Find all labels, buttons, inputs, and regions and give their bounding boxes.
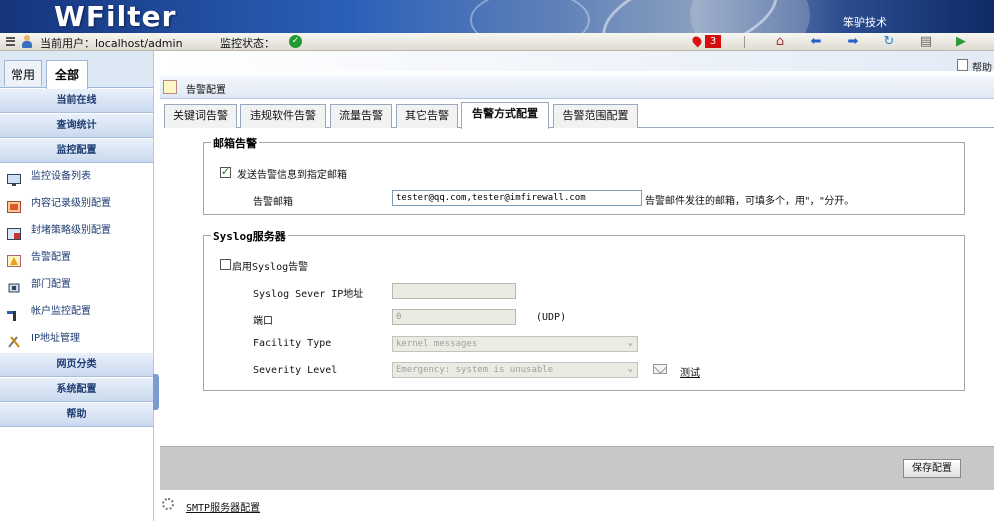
main-panel: 帮助 告警配置 关键词告警 违规软件告警 流量告警 其它告警 告警方式配置 告警…	[160, 51, 994, 521]
alert-email-hint: 告警邮件发往的邮箱，可填多个，用"，"分开。	[645, 196, 855, 207]
status-bar: 当前用户：localhost/admin 监控状态： ✓ 3 ⌂ ⬅ ➡ ↻ ▤…	[0, 33, 994, 51]
facility-type-value: kernel messages	[396, 339, 478, 349]
sidebar-section-system-config[interactable]: 系统配置	[0, 377, 153, 402]
page-title: 告警配置	[186, 85, 226, 96]
tab-software-alert[interactable]: 违规软件告警	[240, 104, 326, 128]
send-email-label: 发送告警信息到指定邮箱	[237, 170, 347, 181]
alert-count-badge[interactable]: 3	[705, 35, 721, 48]
config-tabs: 关键词告警 违规软件告警 流量告警 其它告警 告警方式配置 告警范围配置	[164, 102, 994, 129]
top-strip	[160, 51, 994, 71]
save-button[interactable]: 保存配置	[903, 459, 961, 478]
syslog-server-ip-label: Syslog Sever IP地址	[253, 289, 364, 300]
company-name: 笨驴技术	[843, 16, 887, 29]
gear-icon	[162, 498, 174, 510]
alert-email-input[interactable]: tester@qq.com,tester@imfirewall.com	[392, 190, 642, 206]
smtp-row: SMTP服务器配置	[160, 493, 994, 521]
syslog-group: Syslog服务器 启用Syslog告警 Syslog Sever IP地址 端…	[203, 228, 965, 391]
facility-type-select[interactable]: kernel messages ⌄	[392, 336, 638, 352]
sidebar-item-label: 告警配置	[31, 252, 71, 263]
help-link[interactable]: 帮助	[972, 59, 992, 74]
alert-config-icon	[163, 80, 177, 94]
severity-level-label: Severity Level	[253, 365, 338, 376]
refresh-icon[interactable]: ↻	[881, 35, 897, 49]
sidebar-item-block-policy[interactable]: 封堵策略级别配置	[0, 217, 153, 244]
syslog-port-label: 端口	[253, 316, 273, 327]
print-icon[interactable]: ▤	[918, 35, 934, 49]
sidebar-item-label: 内容记录级别配置	[31, 198, 111, 209]
toolbar-divider	[744, 36, 745, 48]
syslog-test-link[interactable]: 测试	[680, 364, 700, 379]
sidebar: 常用 全部 当前在线 查询统计 监控配置 监控设备列表 内容记录级别配置 封堵策…	[0, 51, 154, 521]
sidebar-item-account-monitor[interactable]: 帐户监控配置	[0, 298, 153, 325]
sidebar-tabs: 常用 全部	[0, 51, 153, 89]
check-circle-icon: ✓	[289, 35, 302, 48]
send-email-checkbox[interactable]	[220, 165, 231, 178]
tab-alert-scope[interactable]: 告警范围配置	[553, 104, 638, 128]
tab-traffic-alert[interactable]: 流量告警	[330, 104, 392, 128]
sidebar-item-ip-manage[interactable]: IP地址管理	[0, 325, 153, 352]
page-header: 告警配置	[160, 75, 994, 99]
block-icon	[7, 224, 21, 240]
home-icon[interactable]: ⌂	[772, 35, 788, 49]
alert-email-label: 告警邮箱	[253, 197, 293, 208]
tab-keyword-alert[interactable]: 关键词告警	[164, 104, 237, 128]
sidebar-section-help[interactable]: 帮助	[0, 402, 153, 427]
mail-icon	[653, 364, 667, 374]
syslog-port-unit: (UDP)	[536, 312, 567, 323]
email-alert-legend: 邮箱告警	[211, 135, 259, 151]
sidebar-item-label: 封堵策略级别配置	[31, 225, 111, 236]
chevron-down-icon: ⌄	[627, 364, 633, 374]
sidebar-section-monitor-config[interactable]: 监控配置	[0, 138, 153, 163]
sidebar-section-query[interactable]: 查询统计	[0, 113, 153, 138]
severity-level-select[interactable]: Emergency: system is unusable ⌄	[392, 362, 638, 378]
current-user-label: 当前用户：localhost/admin	[40, 37, 183, 50]
sidebar-item-device-list[interactable]: 监控设备列表	[0, 163, 153, 190]
sidebar-tab-all[interactable]: 全部	[46, 60, 88, 89]
logout-icon[interactable]: ▶	[953, 35, 969, 49]
action-bar: 保存配置	[160, 446, 994, 490]
email-alert-group: 邮箱告警 发送告警信息到指定邮箱 告警邮箱 tester@qq.com,test…	[203, 135, 965, 215]
back-arrow-icon[interactable]: ⬅	[808, 35, 824, 49]
sidebar-section-web-category[interactable]: 网页分类	[0, 352, 153, 377]
sidebar-item-record-level[interactable]: 内容记录级别配置	[0, 190, 153, 217]
header-decoration	[470, 0, 590, 33]
syslog-legend: Syslog服务器	[211, 228, 288, 244]
syslog-port-input[interactable]: 0	[392, 309, 516, 325]
sidebar-item-label: 监控设备列表	[31, 171, 91, 182]
sidebar-collapse-handle[interactable]	[153, 374, 159, 410]
enable-syslog-label: 启用Syslog告警	[232, 262, 309, 273]
menu-icon[interactable]	[6, 37, 15, 46]
sidebar-item-label: IP地址管理	[31, 333, 80, 344]
enable-syslog-checkbox[interactable]	[220, 259, 231, 270]
department-icon	[7, 278, 21, 293]
sidebar-tab-common[interactable]: 常用	[4, 60, 42, 86]
tab-alert-method[interactable]: 告警方式配置	[461, 102, 549, 129]
help-icon[interactable]	[957, 59, 968, 71]
syslog-server-ip-input[interactable]	[392, 283, 516, 299]
monitor-icon	[7, 170, 21, 186]
sidebar-item-department[interactable]: 部门配置	[0, 271, 153, 298]
smtp-config-link[interactable]: SMTP服务器配置	[186, 499, 260, 514]
sidebar-section-online[interactable]: 当前在线	[0, 88, 153, 113]
tab-other-alert[interactable]: 其它告警	[396, 104, 458, 128]
forward-arrow-icon[interactable]: ➡	[845, 35, 861, 49]
monitor-status-label: 监控状态：	[220, 37, 275, 50]
severity-level-value: Emergency: system is unusable	[396, 365, 554, 375]
account-icon	[7, 305, 21, 321]
chevron-down-icon: ⌄	[627, 338, 633, 348]
facility-type-label: Facility Type	[253, 338, 332, 349]
record-icon	[7, 197, 21, 213]
user-icon	[21, 35, 33, 48]
alert-pin-icon[interactable]	[690, 34, 704, 48]
alert-config-icon	[7, 251, 21, 267]
sidebar-item-label: 部门配置	[31, 279, 71, 290]
app-header: WFilter 笨驴技术	[0, 0, 994, 33]
sidebar-item-label: 帐户监控配置	[31, 306, 91, 317]
app-logo: WFilter	[54, 0, 177, 33]
sidebar-item-alert-config[interactable]: 告警配置	[0, 244, 153, 271]
ip-manage-icon	[7, 332, 21, 348]
